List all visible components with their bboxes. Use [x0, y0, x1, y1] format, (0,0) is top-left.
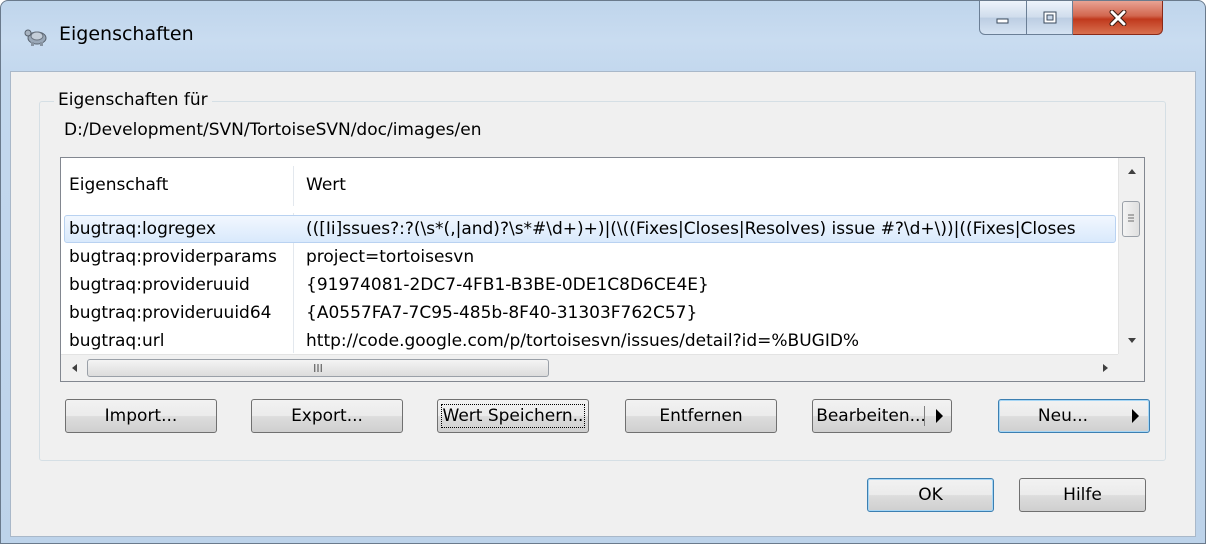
table-row[interactable]: bugtraq:providerparams project=tortoises… — [61, 243, 1119, 271]
minimize-icon — [996, 18, 1009, 23]
property-name: bugtraq:url — [69, 331, 165, 351]
ok-button[interactable]: OK — [867, 478, 994, 512]
vertical-scrollbar[interactable] — [1118, 158, 1144, 355]
import-button-label: Import... — [104, 406, 178, 426]
dialog-client-area: Eigenschaften für D:/Development/SVN/Tor… — [10, 71, 1196, 537]
scrollbar-corner — [1118, 354, 1144, 381]
list-header: Eigenschaft Wert — [61, 158, 1119, 213]
minimize-button[interactable] — [979, 1, 1027, 35]
table-row[interactable]: bugtraq:url http://code.google.com/p/tor… — [61, 327, 1119, 353]
vertical-scroll-thumb[interactable] — [1122, 201, 1140, 237]
table-row[interactable]: bugtraq:provideruuid64 {A0557FA7-7C95-48… — [61, 299, 1119, 327]
list-rows: bugtraq:logregex (([Ii]ssues?:?(\s*(,|an… — [61, 213, 1119, 353]
new-split-button[interactable]: Neu... — [998, 399, 1150, 433]
horizontal-scrollbar[interactable]: III — [61, 354, 1119, 381]
remove-button-label: Entfernen — [659, 406, 743, 426]
scroll-right-button[interactable] — [1093, 355, 1119, 381]
property-value: http://code.google.com/p/tortoisesvn/iss… — [306, 331, 860, 351]
help-button-label: Hilfe — [1063, 485, 1102, 505]
maximize-icon — [1043, 11, 1056, 23]
property-name: bugtraq:logregex — [69, 219, 216, 239]
edit-button-label: Bearbeiten... — [816, 406, 926, 426]
export-button[interactable]: Export... — [251, 399, 403, 433]
properties-list[interactable]: Eigenschaft Wert bugtraq:logregex (([Ii]… — [60, 157, 1145, 382]
property-name: bugtraq:providerparams — [69, 247, 277, 267]
property-name: bugtraq:provideruuid — [69, 275, 250, 295]
scroll-down-arrow-icon — [1127, 338, 1136, 343]
scroll-right-arrow-icon — [1103, 364, 1108, 372]
title-bar[interactable]: Eigenschaften — [1, 1, 1205, 71]
properties-dialog: Eigenschaften Eigenschaften für D:/Devel… — [0, 0, 1206, 544]
scroll-left-button[interactable] — [61, 355, 87, 381]
scroll-up-arrow-icon — [1127, 169, 1136, 174]
scroll-left-arrow-icon — [72, 364, 77, 372]
window-title: Eigenschaften — [59, 23, 194, 45]
new-button-label: Neu... — [1037, 406, 1089, 426]
group-legend: Eigenschaften für — [54, 90, 212, 110]
table-row[interactable]: bugtraq:logregex (([Ii]ssues?:?(\s*(,|an… — [61, 215, 1119, 243]
properties-groupbox: Eigenschaften für D:/Development/SVN/Tor… — [39, 90, 1166, 461]
property-value: project=tortoisesvn — [306, 247, 475, 267]
column-header-value[interactable]: Wert — [298, 158, 798, 213]
export-button-label: Export... — [291, 406, 363, 426]
dropdown-arrow-icon[interactable] — [1132, 409, 1139, 423]
horizontal-scroll-thumb[interactable]: III — [87, 359, 549, 377]
import-button[interactable]: Import... — [65, 399, 217, 433]
scroll-up-button[interactable] — [1119, 158, 1144, 184]
column-separator[interactable] — [293, 166, 294, 206]
property-value: {A0557FA7-7C95-485b-8F40-31303F762C57} — [306, 303, 698, 323]
save-value-button-label: Wert Speichern.. — [440, 404, 586, 428]
scroll-down-button[interactable] — [1119, 328, 1144, 354]
property-name: bugtraq:provideruuid64 — [69, 303, 272, 323]
caption-buttons — [979, 1, 1163, 37]
close-icon — [1109, 9, 1126, 26]
ok-button-label: OK — [918, 485, 943, 505]
edit-split-button[interactable]: Bearbeiten... — [812, 399, 952, 433]
property-value: (([Ii]ssues?:?(\s*(,|and)?\s*#\d+)+)|(\(… — [306, 219, 1076, 239]
maximize-button[interactable] — [1027, 1, 1073, 35]
dropdown-arrow-icon[interactable] — [936, 409, 943, 423]
close-button[interactable] — [1073, 1, 1163, 35]
split-separator — [924, 406, 925, 426]
property-value: {91974081-2DC7-4FB1-B3BE-0DE1C8D6CE4E} — [306, 275, 709, 295]
table-row[interactable]: bugtraq:provideruuid {91974081-2DC7-4FB1… — [61, 271, 1119, 299]
tortoise-icon — [24, 29, 47, 46]
scroll-grip: III — [313, 361, 323, 375]
working-copy-path: D:/Development/SVN/TortoiseSVN/doc/image… — [64, 120, 482, 140]
help-button[interactable]: Hilfe — [1019, 478, 1146, 512]
remove-button[interactable]: Entfernen — [625, 399, 777, 433]
save-value-button[interactable]: Wert Speichern.. — [437, 399, 589, 433]
column-header-property[interactable]: Eigenschaft — [61, 158, 293, 213]
grip-icon — [1128, 214, 1134, 222]
